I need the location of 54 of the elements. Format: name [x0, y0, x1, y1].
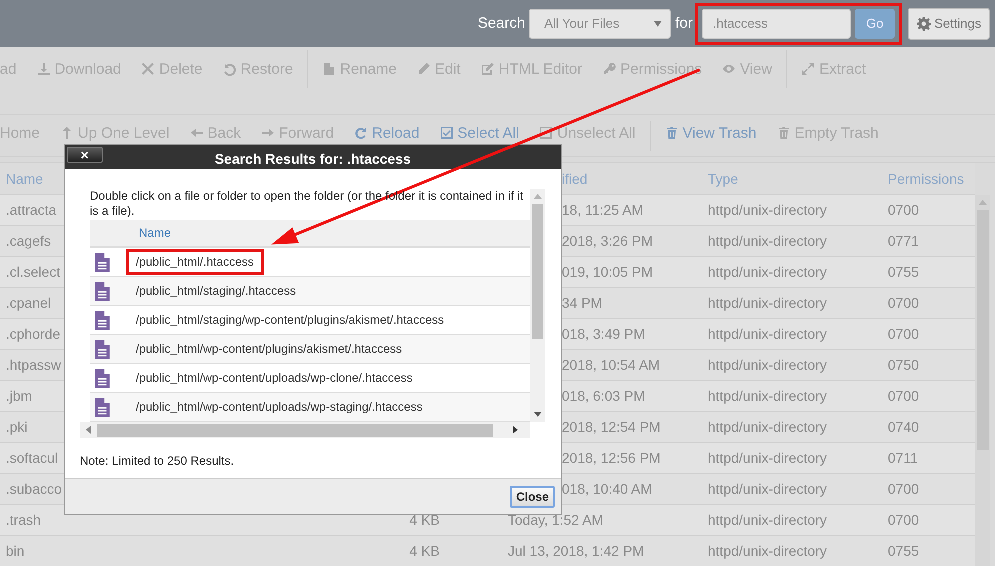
search-label: Search: [478, 15, 526, 32]
file-size: 4 KB: [410, 512, 440, 528]
file-name: .attracta: [6, 202, 57, 218]
file-type: httpd/unix-directory: [708, 543, 828, 559]
file-name: .subacco: [6, 481, 62, 497]
file-type: httpd/unix-directory: [708, 233, 828, 249]
modified-date: 34 PM: [562, 295, 602, 311]
modified-date: 2018, 12:54 PM: [562, 419, 661, 435]
file-name: bin: [6, 543, 25, 559]
for-label: for: [675, 15, 693, 32]
file-name: .trash: [6, 512, 42, 528]
permissions-value: 0700: [888, 512, 920, 528]
modified-date: 019, 10:05 PM: [562, 264, 654, 280]
modified-date: 018, 10:40 AM: [562, 481, 652, 497]
file-type: httpd/unix-directory: [708, 419, 828, 435]
permissions-value: 0711: [888, 450, 918, 466]
permissions-value: 0750: [888, 357, 920, 373]
permissions-value: 0700: [888, 295, 920, 311]
file-name: .softacul: [6, 450, 58, 466]
file-name: .htpassw: [6, 357, 62, 373]
file-name: .jbm: [6, 388, 32, 404]
file-name: .cl.select: [6, 264, 60, 280]
permissions-value: 0771: [888, 233, 920, 249]
file-type: httpd/unix-directory: [708, 326, 828, 342]
modified-date: 018, 6:03 PM: [562, 388, 646, 404]
note-text: Note: Limited to 250 Results.: [80, 454, 236, 468]
file-type: httpd/unix-directory: [708, 202, 828, 218]
file-name: .cphorde: [6, 326, 60, 342]
file-type: httpd/unix-directory: [708, 481, 828, 497]
file-type: httpd/unix-directory: [708, 388, 828, 404]
permissions-value: 0755: [888, 264, 920, 280]
modified-date: 018, 3:49 PM: [562, 326, 646, 342]
modified-date: 2018, 10:54 AM: [562, 357, 660, 373]
file-name: .cagefs: [6, 233, 52, 249]
file-type: httpd/unix-directory: [708, 450, 828, 466]
modified-date: 2018, 3:26 PM: [562, 233, 654, 249]
permissions-value: 0700: [888, 202, 920, 218]
modified-date: Today, 1:52 AM: [508, 512, 604, 528]
file-name: .cpanel: [6, 295, 52, 311]
file-type: httpd/unix-directory: [708, 295, 828, 311]
permissions-value: 0700: [888, 388, 920, 404]
file-type: httpd/unix-directory: [708, 357, 828, 373]
modified-date: 2018, 12:56 PM: [562, 450, 661, 466]
file-type: httpd/unix-directory: [708, 512, 828, 528]
file-size: 4 KB: [410, 543, 440, 559]
permissions-value: 0700: [888, 481, 920, 497]
dialog-title: Search Results for: .htaccess: [214, 150, 412, 166]
modified-date: 18, 11:25 AM: [562, 202, 644, 218]
permissions-value: 0755: [888, 543, 920, 559]
file-name: .pki: [6, 419, 28, 435]
permissions-value: 0700: [888, 326, 920, 342]
permissions-value: 0740: [888, 419, 920, 435]
modified-date: Jul 13, 2018, 1:42 PM: [508, 543, 644, 559]
file-type: httpd/unix-directory: [708, 264, 828, 280]
